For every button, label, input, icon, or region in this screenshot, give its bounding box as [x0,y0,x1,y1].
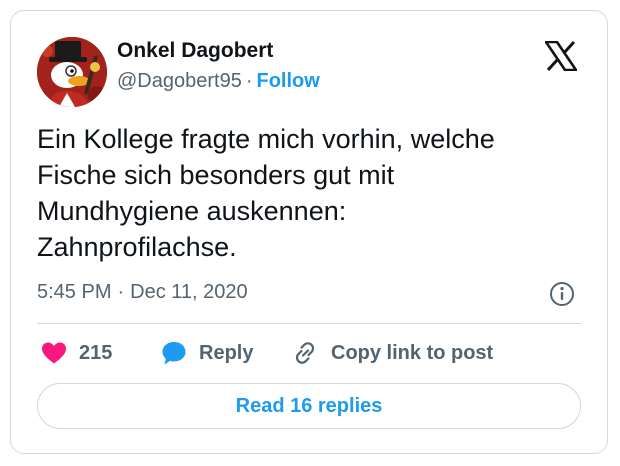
speech-bubble-icon [162,342,186,365]
like-count: 215 [79,341,113,364]
like-button[interactable]: 215 [41,339,112,367]
author-handle-row: @Dagobert95 · Follow [117,70,320,93]
tweet-card: Onkel Dagobert @Dagobert95 · Follow Ein Ko… [10,10,608,454]
read-replies-button[interactable]: Read 16 replies [37,383,581,429]
separator-dot: · [245,70,253,92]
avatar[interactable] [37,37,107,107]
heart-icon [42,342,66,364]
tweet-time: 5:45 PM [37,281,112,303]
timestamp-separator: · [117,281,125,303]
tweet-timestamp[interactable]: 5:45 PM · Dec 11, 2020 [37,281,248,304]
info-icon[interactable] [549,281,575,307]
tweet-text: Ein Kollege fragte mich vorhin, welche F… [37,124,495,262]
avatar-cartoon-duck-icon [37,37,107,107]
link-icon [295,342,315,364]
divider [37,323,581,324]
copy-link-label: Copy link to post [331,341,494,364]
x-logo-icon[interactable] [543,40,579,72]
tweet-date: Dec 11, 2020 [130,281,248,303]
author-name[interactable]: Onkel Dagobert [117,39,273,63]
copy-link-button[interactable]: Copy link to post [291,339,493,367]
author-handle[interactable]: @Dagobert95 [117,70,242,92]
reply-label: Reply [199,341,254,364]
follow-button[interactable]: Follow [257,70,320,92]
reply-button[interactable]: Reply [161,339,253,367]
